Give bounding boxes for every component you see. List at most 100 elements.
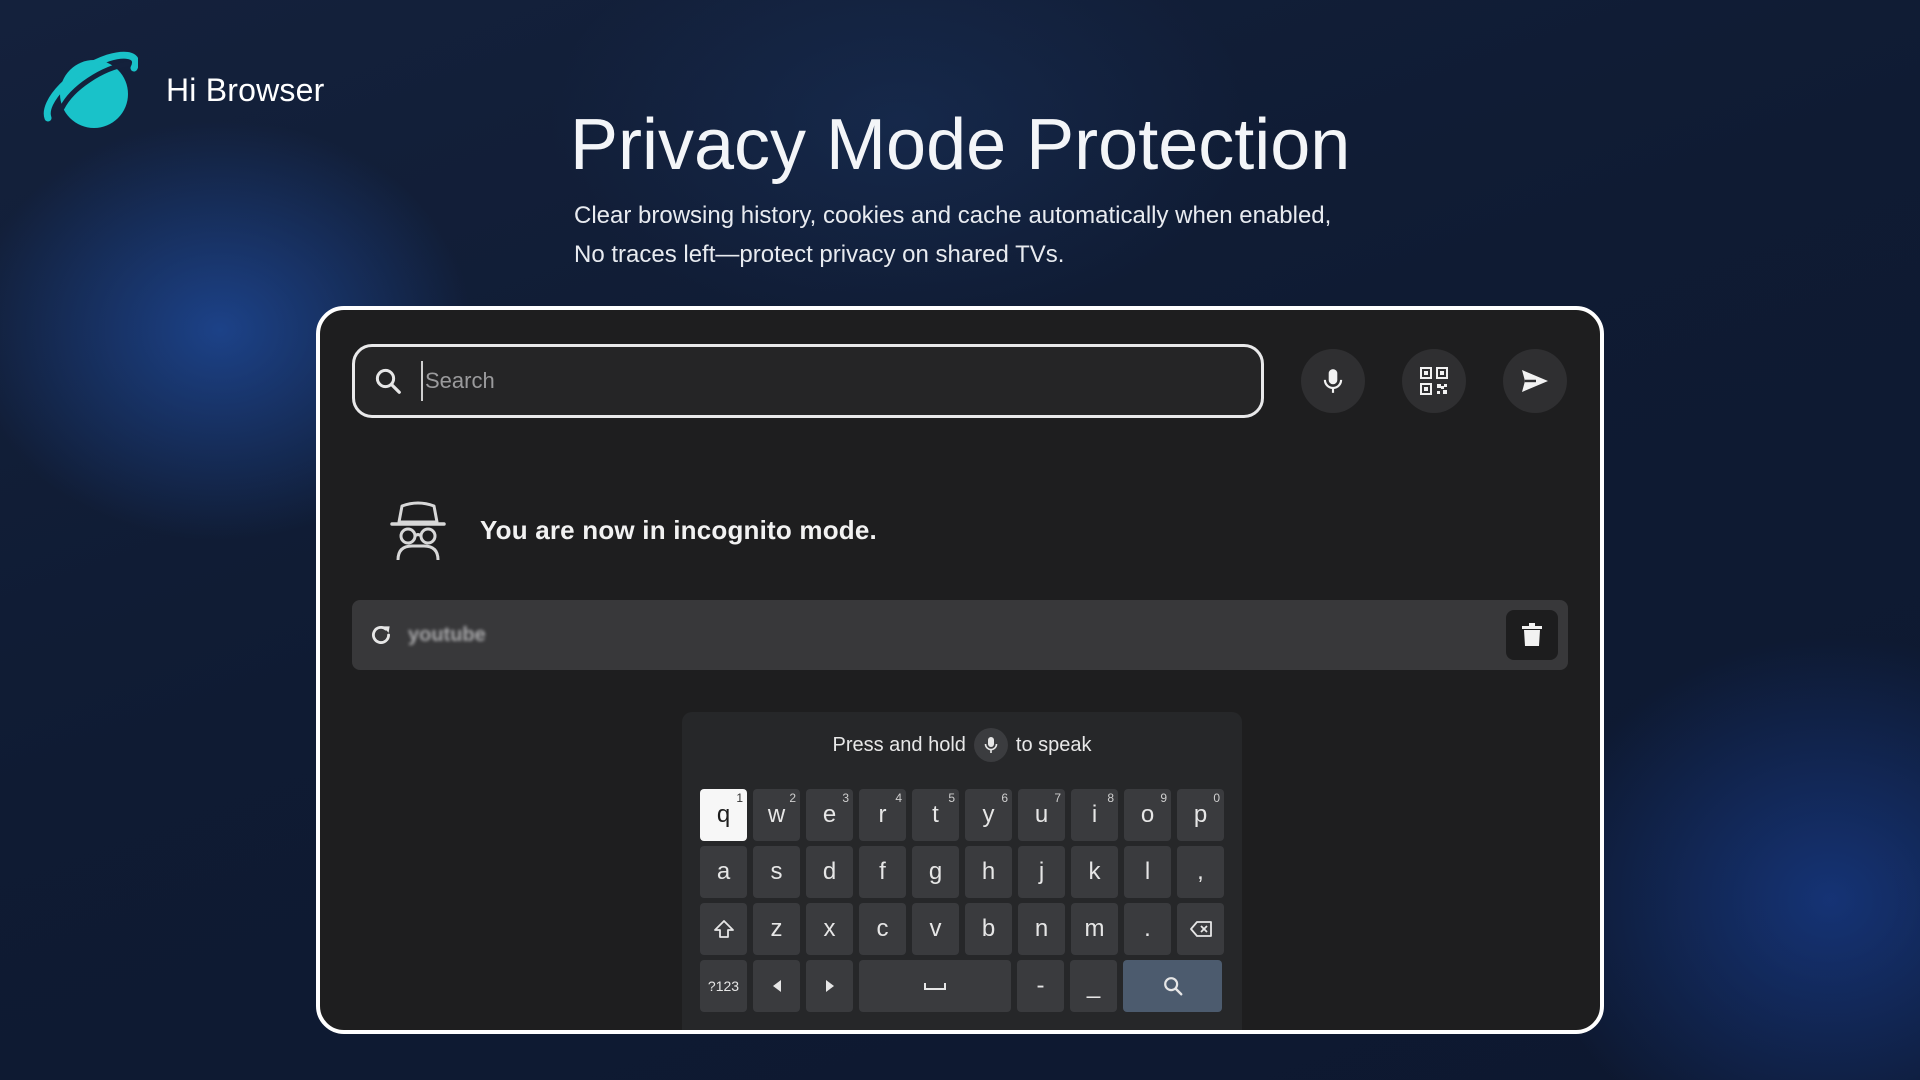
subtitle-line-2: No traces left—protect privacy on shared… <box>574 241 1065 268</box>
keyboard-mic-button[interactable] <box>973 728 1008 762</box>
key-o[interactable]: o9 <box>1124 789 1171 841</box>
key-period[interactable]: . <box>1124 903 1171 955</box>
key-y[interactable]: y6 <box>965 789 1012 841</box>
keyboard-row-4: ?123 - _ <box>700 960 1230 1012</box>
key-search[interactable] <box>1123 960 1222 1012</box>
search-icon <box>375 368 401 394</box>
key-number-hint: 1 <box>736 791 743 805</box>
history-item-label: youtube <box>408 623 486 646</box>
key-label: h <box>981 858 996 885</box>
qr-scan-button[interactable] <box>1402 349 1466 413</box>
history-item[interactable]: youtube <box>352 600 1568 670</box>
backspace-icon <box>1189 921 1212 937</box>
key-v[interactable]: v <box>912 903 959 955</box>
key-symbols[interactable]: ?123 <box>700 960 747 1012</box>
key-label: k <box>1088 858 1101 885</box>
key-label: a <box>716 858 731 885</box>
keyboard-keys: q1w2e3r4t5y6u7i8o9p0 asdfghjkl, zxcvbnm.… <box>700 789 1230 1017</box>
browser-panel: You are now in incognito mode. youtube P… <box>316 306 1604 1034</box>
caret-right-icon <box>825 980 834 992</box>
key-k[interactable]: k <box>1071 846 1118 898</box>
key-label: f <box>879 858 886 885</box>
key-r[interactable]: r4 <box>859 789 906 841</box>
key-number-hint: 4 <box>895 791 902 805</box>
key-backspace[interactable] <box>1177 903 1224 955</box>
key-label: e <box>822 801 837 828</box>
voice-hint: Press and hold to speak <box>682 712 1242 778</box>
key-label: t <box>932 801 939 828</box>
key-label: r <box>878 801 887 828</box>
key-dash[interactable]: - <box>1017 960 1064 1012</box>
search-input[interactable] <box>421 361 1261 401</box>
key-cursor-left[interactable] <box>753 960 800 1012</box>
key-label: m <box>1084 915 1105 942</box>
incognito-message: You are now in incognito mode. <box>480 514 877 545</box>
space-icon <box>924 983 946 990</box>
key-label: q <box>716 801 731 828</box>
key-m[interactable]: m <box>1071 903 1118 955</box>
caret-left-icon <box>772 980 781 992</box>
key-label: l <box>1144 858 1151 885</box>
key-label: u <box>1034 801 1049 828</box>
key-shift[interactable] <box>700 903 747 955</box>
hero: Privacy Mode Protection Clear browsing h… <box>570 104 1470 274</box>
key-q[interactable]: q1 <box>700 789 747 841</box>
brand: Hi Browser <box>42 48 324 132</box>
subtitle-line-1: Clear browsing history, cookies and cach… <box>574 202 1332 229</box>
key-x[interactable]: x <box>806 903 853 955</box>
key-d[interactable]: d <box>806 846 853 898</box>
key-h[interactable]: h <box>965 846 1012 898</box>
key-l[interactable]: l <box>1124 846 1171 898</box>
key-label: w <box>767 801 786 828</box>
go-button[interactable] <box>1503 349 1567 413</box>
key-number-hint: 5 <box>948 791 955 805</box>
delete-history-button[interactable] <box>1506 610 1558 660</box>
key-u[interactable]: u7 <box>1018 789 1065 841</box>
key-underscore[interactable]: _ <box>1070 960 1117 1012</box>
key-label: g <box>928 858 943 885</box>
voice-hint-prefix: Press and hold <box>832 733 966 756</box>
key-b[interactable]: b <box>965 903 1012 955</box>
key-g[interactable]: g <box>912 846 959 898</box>
key-z[interactable]: z <box>753 903 800 955</box>
key-label: z <box>770 915 783 942</box>
key-space[interactable] <box>859 960 1011 1012</box>
key-e[interactable]: e3 <box>806 789 853 841</box>
key-w[interactable]: w2 <box>753 789 800 841</box>
key-label: o <box>1140 801 1155 828</box>
refresh-icon <box>372 626 390 644</box>
key-c[interactable]: c <box>859 903 906 955</box>
key-label: p <box>1193 801 1208 828</box>
voice-search-button[interactable] <box>1301 349 1365 413</box>
page-title: Privacy Mode Protection <box>570 105 1351 185</box>
search-box[interactable] <box>352 344 1264 418</box>
key-j[interactable]: j <box>1018 846 1065 898</box>
key-comma[interactable]: , <box>1177 846 1224 898</box>
shift-icon <box>713 920 734 938</box>
qr-scan-icon <box>1420 367 1448 395</box>
mic-icon <box>984 737 998 753</box>
keyboard-row-3: z x c v b n m. <box>700 903 1230 955</box>
trash-icon <box>1522 623 1542 646</box>
key-s[interactable]: s <box>753 846 800 898</box>
key-i[interactable]: i8 <box>1071 789 1118 841</box>
key-number-hint: 2 <box>789 791 796 805</box>
key-label: . <box>1144 915 1151 942</box>
on-screen-keyboard: Press and hold to speak q1w2e3r4t5y6u7i8… <box>682 712 1242 1030</box>
key-f[interactable]: f <box>859 846 906 898</box>
key-label: x <box>823 915 836 942</box>
key-a[interactable]: a <box>700 846 747 898</box>
key-n[interactable]: n <box>1018 903 1065 955</box>
key-p[interactable]: p0 <box>1177 789 1224 841</box>
key-label: b <box>981 915 996 942</box>
key-label: i <box>1091 801 1098 828</box>
key-label: c <box>876 915 889 942</box>
keyboard-row-2: a s d f g h j k l, <box>700 846 1230 898</box>
key-t[interactable]: t5 <box>912 789 959 841</box>
key-number-hint: 9 <box>1160 791 1167 805</box>
key-label: , <box>1197 858 1204 885</box>
incognito-spy-icon <box>390 501 446 561</box>
key-cursor-right[interactable] <box>806 960 853 1012</box>
key-label: j <box>1038 858 1045 885</box>
search-icon <box>1163 977 1182 996</box>
